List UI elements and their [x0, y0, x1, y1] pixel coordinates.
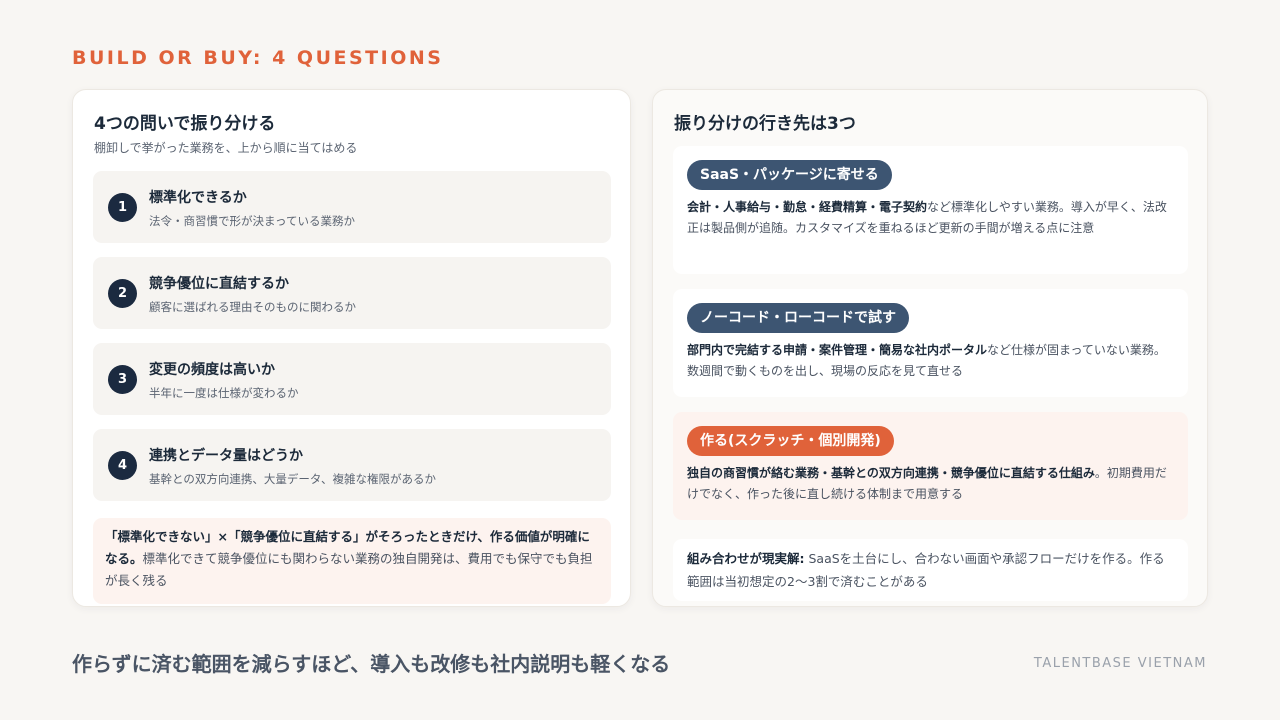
question-number-badge: 2 — [108, 279, 137, 308]
destination-examples: 独自の商習慣が絡む業務・基幹との双方向連携・競争優位に直結する仕組み — [687, 466, 1095, 480]
questions-card-subtitle: 棚卸しで挙がった業務を、上から順に当てはめる — [94, 141, 358, 155]
question-title: 競争優位に直結するか — [149, 276, 289, 292]
question-description: 法令・商習慣で形が決まっている業務か — [149, 214, 355, 228]
question-title: 標準化できるか — [149, 190, 247, 206]
decision-note-text: 標準化できて競争優位にも関わらない業務の独自開発は、費用でも保守でも負担が長く残… — [105, 551, 593, 588]
question-title: 変更の頻度は高いか — [149, 362, 275, 378]
question-title: 連携とデータ量はどうか — [149, 448, 303, 464]
question-number-badge: 3 — [108, 365, 137, 394]
combination-note: 組み合わせが現実解: SaaSを土台にし、合わない画面や承認フローだけを作る。作… — [673, 539, 1188, 601]
destination-label: 作る(スクラッチ・個別開発) — [687, 426, 894, 456]
destination-description: 独自の商習慣が絡む業務・基幹との双方向連携・競争優位に直結する仕組み。初期費用だ… — [687, 463, 1174, 505]
destination-nocode: ノーコード・ローコードで試す 部門内で完結する申請・案件管理・簡易な社内ポータル… — [673, 289, 1188, 397]
footer-message: 作らずに済む範囲を減らすほど、導入も改修も社内説明も軽くなる — [72, 652, 671, 676]
destination-saas: SaaS・パッケージに寄せる 会計・人事給与・勤怠・経費精算・電子契約など標準化… — [673, 146, 1188, 274]
slide-eyebrow: BUILD OR BUY: 4 QUESTIONS — [72, 47, 444, 69]
question-description: 顧客に選ばれる理由そのものに関わるか — [149, 300, 356, 314]
question-item: 4 連携とデータ量はどうか 基幹との双方向連携、大量データ、複雑な権限があるか — [93, 429, 611, 501]
question-number-badge: 4 — [108, 451, 137, 480]
question-description: 半年に一度は仕様が変わるか — [149, 386, 299, 400]
destination-build: 作る(スクラッチ・個別開発) 独自の商習慣が絡む業務・基幹との双方向連携・競争優… — [673, 412, 1188, 520]
questions-card-title: 4つの問いで振り分ける — [94, 114, 276, 134]
questions-card: 4つの問いで振り分ける 棚卸しで挙がった業務を、上から順に当てはめる 1 標準化… — [72, 89, 631, 607]
decision-note: 「標準化できない」×「競争優位に直結する」がそろったときだけ、作る価値が明確にな… — [93, 518, 611, 604]
destination-description: 会計・人事給与・勤怠・経費精算・電子契約など標準化しやすい業務。導入が早く、法改… — [687, 197, 1174, 239]
question-item: 3 変更の頻度は高いか 半年に一度は仕様が変わるか — [93, 343, 611, 415]
destinations-card: 振り分けの行き先は3つ SaaS・パッケージに寄せる 会計・人事給与・勤怠・経費… — [652, 89, 1208, 607]
destination-examples: 部門内で完結する申請・案件管理・簡易な社内ポータル — [687, 343, 988, 357]
destination-label: SaaS・パッケージに寄せる — [687, 160, 892, 190]
question-item: 2 競争優位に直結するか 顧客に選ばれる理由そのものに関わるか — [93, 257, 611, 329]
destination-description: 部門内で完結する申請・案件管理・簡易な社内ポータルなど仕様が固まっていない業務。… — [687, 340, 1174, 382]
question-item: 1 標準化できるか 法令・商習慣で形が決まっている業務か — [93, 171, 611, 243]
brand-logo-text: TALENTBASE VIETNAM — [1033, 656, 1207, 671]
question-number-badge: 1 — [108, 193, 137, 222]
question-description: 基幹との双方向連携、大量データ、複雑な権限があるか — [149, 472, 437, 486]
combination-note-emphasis: 組み合わせが現実解: — [687, 551, 805, 566]
destinations-card-title: 振り分けの行き先は3つ — [674, 114, 856, 134]
destination-label: ノーコード・ローコードで試す — [687, 303, 909, 333]
destination-examples: 会計・人事給与・勤怠・経費精算・電子契約 — [687, 200, 928, 214]
